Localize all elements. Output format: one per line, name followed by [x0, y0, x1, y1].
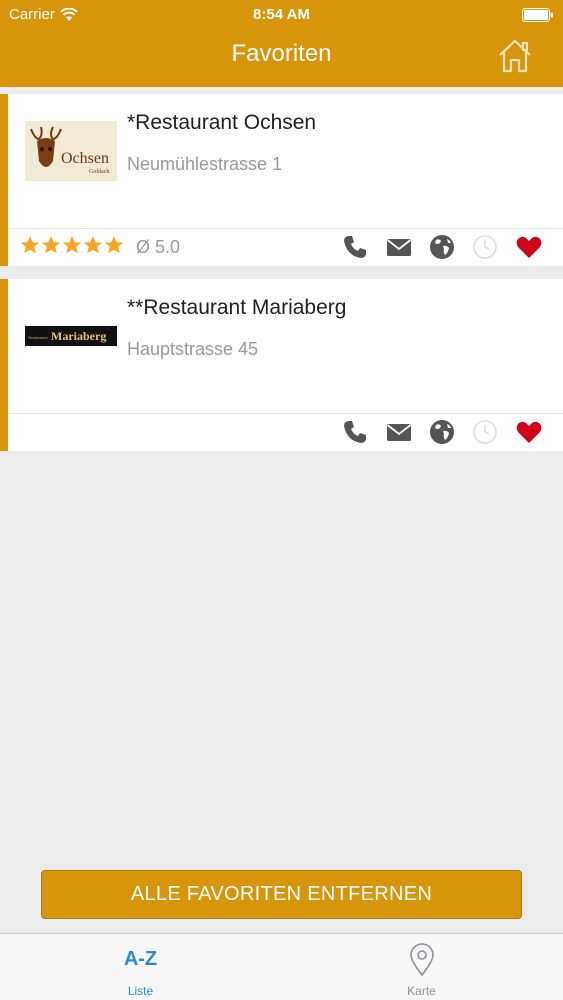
favorite-toggle[interactable]: [515, 418, 543, 446]
globe-icon: [430, 420, 454, 444]
favorite-card[interactable]: Ochsen Goldach *Restaurant Ochsen Neumüh…: [0, 94, 563, 266]
tab-label: Karte: [407, 984, 436, 998]
restaurant-name: **Restaurant Mariaberg: [127, 296, 347, 319]
call-button[interactable]: [341, 233, 369, 261]
remove-all-favorites-button[interactable]: ALLE FAVORITEN ENTFERNEN: [41, 870, 522, 919]
restaurant-logo: Restaurant Mariaberg: [25, 326, 117, 346]
website-button[interactable]: [428, 418, 456, 446]
mail-icon: [386, 424, 412, 441]
battery-icon: [522, 8, 553, 22]
phone-icon: [344, 236, 366, 258]
tab-liste[interactable]: A-Z Liste: [0, 934, 281, 1000]
home-button[interactable]: [497, 38, 533, 74]
phone-icon: [344, 421, 366, 443]
website-button[interactable]: [428, 233, 456, 261]
restaurant-address: Neumühlestrasse 1: [127, 154, 283, 174]
remove-all-label: ALLE FAVORITEN ENTFERNEN: [130, 883, 433, 905]
header: Carrier 8:54 AM Favoriten: [0, 0, 563, 87]
globe-icon: [430, 235, 454, 259]
clock-icon: [473, 235, 497, 259]
az-icon: A-Z: [123, 948, 158, 970]
star-icon: [41, 236, 61, 254]
status-bar: Carrier 8:54 AM: [0, 0, 563, 30]
email-button[interactable]: [385, 233, 413, 261]
heart-icon: [516, 236, 542, 258]
home-icon: [499, 39, 531, 73]
star-rating: [20, 235, 124, 255]
star-icon: [20, 236, 40, 254]
card-actions: [8, 413, 563, 451]
restaurant-name: *Restaurant Ochsen: [127, 111, 317, 134]
average-rating: Ø 5.0: [136, 237, 181, 257]
logo-subtext: Goldach: [89, 169, 109, 175]
favorite-card[interactable]: Restaurant Mariaberg **Restaurant Mariab…: [0, 279, 563, 451]
heart-icon: [516, 421, 542, 443]
clock-icon: [473, 420, 497, 444]
star-icon: [62, 236, 82, 254]
call-button[interactable]: [341, 418, 369, 446]
logo-text: Mariaberg: [51, 329, 106, 343]
status-time: 8:54 AM: [253, 6, 310, 23]
opening-hours-button[interactable]: [471, 233, 499, 261]
card-actions: Ø 5.0: [8, 228, 563, 266]
map-pin-icon: [410, 943, 434, 977]
restaurant-logo: Ochsen Goldach: [25, 121, 117, 181]
favorite-toggle[interactable]: [515, 233, 543, 261]
opening-hours-button[interactable]: [471, 418, 499, 446]
page-title: Favoriten: [231, 40, 332, 67]
email-button[interactable]: [385, 418, 413, 446]
logo-subtext: Restaurant: [28, 335, 48, 340]
restaurant-address: Hauptstrasse 45: [127, 339, 259, 359]
tab-bar: A-Z Liste Karte: [0, 933, 563, 1000]
tab-karte[interactable]: Karte: [281, 934, 562, 1000]
mail-icon: [386, 239, 412, 256]
tab-label: Liste: [127, 984, 154, 998]
star-icon: [83, 236, 103, 254]
logo-text: Ochsen: [61, 150, 109, 167]
star-icon: [104, 236, 124, 254]
